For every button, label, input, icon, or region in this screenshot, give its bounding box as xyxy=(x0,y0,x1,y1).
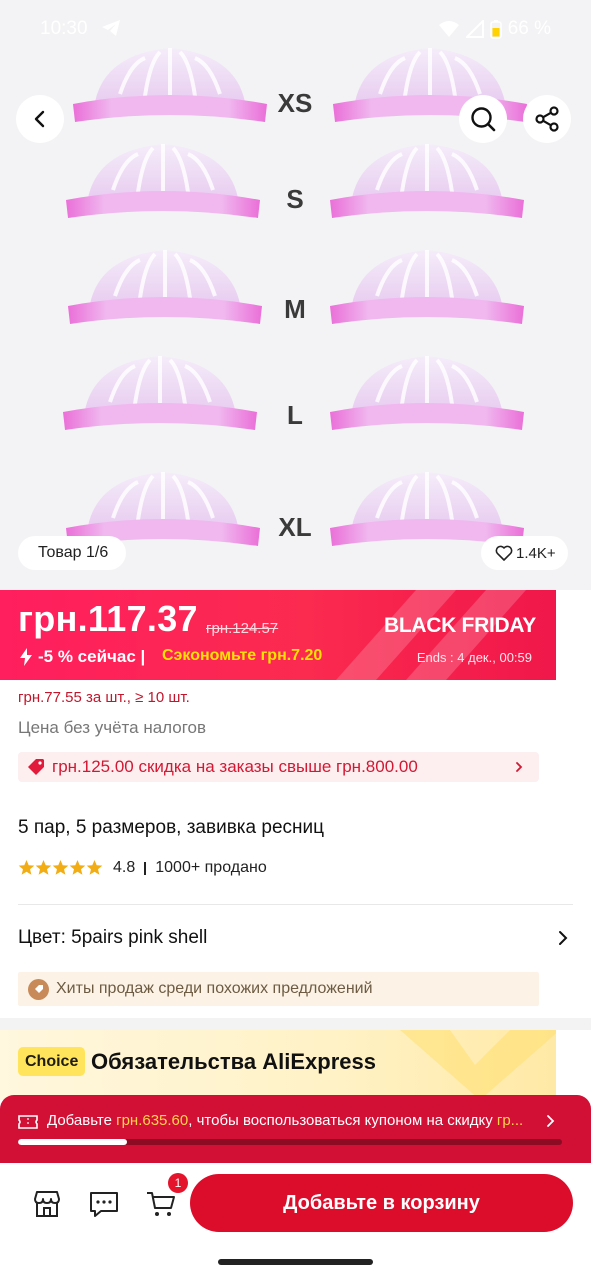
rating-divider xyxy=(144,861,147,875)
status-bar: 10:30 66 % xyxy=(0,0,591,58)
size-row-m: M xyxy=(0,236,591,326)
size-row-s: S xyxy=(0,130,591,220)
wishlist-count: 1.4K+ xyxy=(516,544,556,562)
system-nav-bar xyxy=(0,1245,591,1280)
wishlist-button[interactable]: 1.4K+ xyxy=(481,536,568,570)
lash-pad-image xyxy=(328,354,526,432)
telegram-icon xyxy=(102,20,120,36)
cart-count-badge: 1 xyxy=(168,1173,188,1193)
savings-label: Сэкономьте грн.7.20 xyxy=(162,647,323,664)
choice-decoration xyxy=(400,1030,556,1100)
bestseller-text: Хиты продаж среди похожих предложений xyxy=(56,980,373,997)
image-counter-label: Товар 1/6 xyxy=(38,544,109,561)
size-label: XL xyxy=(278,512,312,542)
status-time: 10:30 xyxy=(40,18,88,39)
threshold-suffix: гр... xyxy=(496,1112,524,1129)
share-button[interactable] xyxy=(523,95,571,143)
cart-icon[interactable] xyxy=(145,1188,177,1220)
bulk-price: грн.77.55 за шт., ≥ 10 шт. xyxy=(18,689,190,706)
ticket-icon xyxy=(18,1115,38,1129)
search-button[interactable] xyxy=(459,95,507,143)
rating-value: 4.8 xyxy=(113,859,136,876)
search-icon xyxy=(471,107,496,132)
battery-icon xyxy=(489,20,502,39)
size-row-l: L xyxy=(0,342,591,432)
lightning-icon xyxy=(20,648,32,666)
coupon-tag-icon xyxy=(28,759,44,775)
chevron-right-icon xyxy=(547,1115,555,1127)
threshold-middle: , чтобы воспользоваться купоном на скидк… xyxy=(188,1112,497,1129)
product-title: 5 пар, 5 размеров, завивка ресниц xyxy=(18,817,324,838)
chevron-left-icon xyxy=(34,110,45,128)
signal-icon xyxy=(465,20,484,38)
lash-pad-image xyxy=(328,142,526,220)
store-icon[interactable] xyxy=(31,1188,63,1220)
image-counter: Товар 1/6 xyxy=(18,536,127,570)
lash-pad-image xyxy=(64,142,262,220)
product-page: XS S M L XL 10:30 66 % Товар 1/6 1.4K+ г… xyxy=(0,0,591,1280)
heart-icon xyxy=(495,545,513,561)
bestseller-badge-icon xyxy=(28,978,49,1000)
coupon-progress-track xyxy=(18,1139,562,1145)
section-separator xyxy=(0,1018,591,1030)
bestseller-note[interactable]: Хиты продаж среди похожих предложений xyxy=(18,972,539,1006)
threshold-amount: грн.635.60 xyxy=(116,1112,189,1129)
color-selector[interactable]: Цвет: 5pairs pink shell xyxy=(0,918,591,958)
bottom-action-bar: 1 Добавьте в корзину xyxy=(0,1163,591,1245)
coupon-progress-fill xyxy=(18,1139,127,1145)
choice-badge: Choice xyxy=(18,1047,86,1076)
system-icons: 66 % xyxy=(438,18,551,40)
share-icon xyxy=(535,106,559,132)
coupon-threshold-bar[interactable]: Добавьте грн.635.60, чтобы воспользовать… xyxy=(0,1095,591,1163)
lash-pad-image xyxy=(66,248,264,326)
black-friday-label: BLACK FRIDAY xyxy=(384,614,536,637)
choice-title: Обязательства AliExpress xyxy=(91,1049,376,1074)
lash-pad-image xyxy=(64,470,262,548)
chat-icon[interactable] xyxy=(88,1188,120,1220)
lash-pad-image xyxy=(328,248,526,326)
sold-count: 1000+ продано xyxy=(155,859,267,876)
star-rating-icon xyxy=(18,860,103,875)
sale-ends: Ends : 4 дек., 00:59 xyxy=(416,650,532,665)
size-row-xl: XL xyxy=(0,458,591,548)
chevron-right-icon xyxy=(516,762,523,772)
threshold-prefix: Добавьте xyxy=(47,1112,117,1129)
home-indicator[interactable] xyxy=(218,1259,373,1265)
discount-now: -5 % сейчас | xyxy=(18,647,145,667)
size-label: L xyxy=(287,400,303,430)
battery-level: 66 % xyxy=(507,18,551,39)
chevron-right-icon xyxy=(559,931,568,945)
current-price: грн.117.37 xyxy=(18,598,198,639)
size-label: S xyxy=(286,184,304,214)
choice-commitments[interactable]: Choice Обязательства AliExpress xyxy=(0,1030,556,1100)
store-coupon[interactable]: грн.125.00 скидка на заказы свыше грн.80… xyxy=(18,752,539,782)
product-image-gallery[interactable]: XS S M L XL 10:30 66 % Товар 1/6 1.4K+ xyxy=(0,0,591,590)
add-to-cart-button[interactable]: Добавьте в корзину xyxy=(190,1174,573,1232)
coupon-threshold-text: Добавьте грн.635.60, чтобы воспользовать… xyxy=(47,1112,537,1129)
lash-pad-image xyxy=(328,470,526,548)
color-label: Цвет: 5pairs pink shell xyxy=(18,927,208,948)
coupon-text: грн.125.00 скидка на заказы свыше грн.80… xyxy=(52,757,418,776)
rating-row[interactable]: 4.8 1000+ продано xyxy=(18,858,267,878)
lash-pad-image xyxy=(61,354,259,432)
back-button[interactable] xyxy=(16,95,64,143)
old-price: грн.124.57 xyxy=(206,620,279,637)
size-label: XS xyxy=(277,88,313,118)
black-friday-banner: грн.117.37 грн.124.57 BLACK FRIDAY -5 % … xyxy=(0,590,556,680)
size-label: M xyxy=(284,294,306,324)
wifi-icon xyxy=(438,21,459,37)
discount-now-label: -5 % сейчас | xyxy=(38,647,146,666)
section-divider xyxy=(18,904,573,905)
tax-note: Цена без учёта налогов xyxy=(18,718,207,737)
